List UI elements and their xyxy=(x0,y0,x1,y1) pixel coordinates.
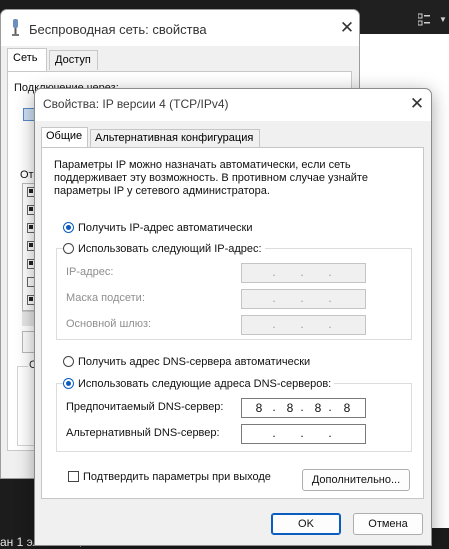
validate-on-exit-label: Подтвердить параметры при выходе xyxy=(83,470,271,483)
radio-button[interactable] xyxy=(63,243,74,254)
tab-alternate-configuration[interactable]: Альтернативная конфигурация xyxy=(90,129,260,148)
advanced-button[interactable]: Дополнительно... xyxy=(302,469,410,491)
dns-octet: 8 xyxy=(286,401,294,415)
radio-button-selected[interactable] xyxy=(63,222,74,233)
default-gateway-label: Основной шлюз: xyxy=(66,318,152,330)
cancel-button[interactable]: Отмена xyxy=(353,513,423,535)
dns-octet: 8 xyxy=(314,401,322,415)
radio-dns-auto-label: Получить адрес DNS-сервера автоматически xyxy=(78,355,311,368)
preferred-dns-label: Предпочитаемый DNS-сервер: xyxy=(66,401,224,413)
ok-button[interactable]: OK xyxy=(271,513,341,535)
alternate-dns-input[interactable]: . . . xyxy=(241,424,366,444)
tab-sharing[interactable]: Доступ xyxy=(49,50,98,70)
radio-dns-manual[interactable]: Использовать следующие адреса DNS-сервер… xyxy=(63,376,335,391)
details-view-icon[interactable] xyxy=(418,13,430,27)
alternate-dns-label: Альтернативный DNS-сервер: xyxy=(66,427,220,439)
ip-address-input[interactable]: ... xyxy=(241,263,366,283)
subnet-mask-input[interactable]: ... xyxy=(241,289,366,309)
close-icon[interactable]: ✕ xyxy=(408,95,426,113)
default-gateway-input[interactable]: ... xyxy=(241,315,366,335)
dns-octet: 8 xyxy=(255,401,263,415)
radio-dns-auto[interactable]: Получить адрес DNS-сервера автоматически xyxy=(63,354,310,369)
radio-button-selected[interactable] xyxy=(63,378,74,389)
radio-ip-auto[interactable]: Получить IP-адрес автоматически xyxy=(63,220,252,235)
radio-dns-manual-label: Использовать следующие адреса DNS-сервер… xyxy=(78,377,332,390)
window-title: Беспроводная сеть: свойства xyxy=(29,22,207,37)
components-label: От xyxy=(20,169,34,181)
description-text: Параметры IP можно назначать автоматичес… xyxy=(54,159,368,197)
checkbox[interactable] xyxy=(68,471,79,482)
tab-network[interactable]: Сеть xyxy=(7,48,47,71)
radio-ip-manual[interactable]: Использовать следующий IP-адрес: xyxy=(63,241,265,256)
close-icon[interactable]: ✕ xyxy=(338,19,356,37)
wifi-adapter-icon xyxy=(11,19,20,37)
radio-ip-manual-label: Использовать следующий IP-адрес: xyxy=(78,242,262,255)
dns-octet: 8 xyxy=(343,401,351,415)
tab-general[interactable]: Общие xyxy=(41,127,88,149)
preferred-dns-input[interactable]: 8 . 8 . 8 . 8 xyxy=(241,398,366,418)
subnet-mask-label: Маска подсети: xyxy=(66,292,145,304)
dialog-title: Свойства: IP версии 4 (TCP/IPv4) xyxy=(43,97,229,111)
radio-ip-auto-label: Получить IP-адрес автоматически xyxy=(78,221,253,234)
validate-on-exit-checkbox[interactable]: Подтвердить параметры при выходе xyxy=(68,469,271,484)
radio-button[interactable] xyxy=(63,356,74,367)
ip-address-label: IP-адрес: xyxy=(66,266,114,278)
ipv4-properties-dialog: Свойства: IP версии 4 (TCP/IPv4) ✕ Общие… xyxy=(34,88,432,546)
chevron-down-icon[interactable]: ▼ xyxy=(439,15,447,24)
